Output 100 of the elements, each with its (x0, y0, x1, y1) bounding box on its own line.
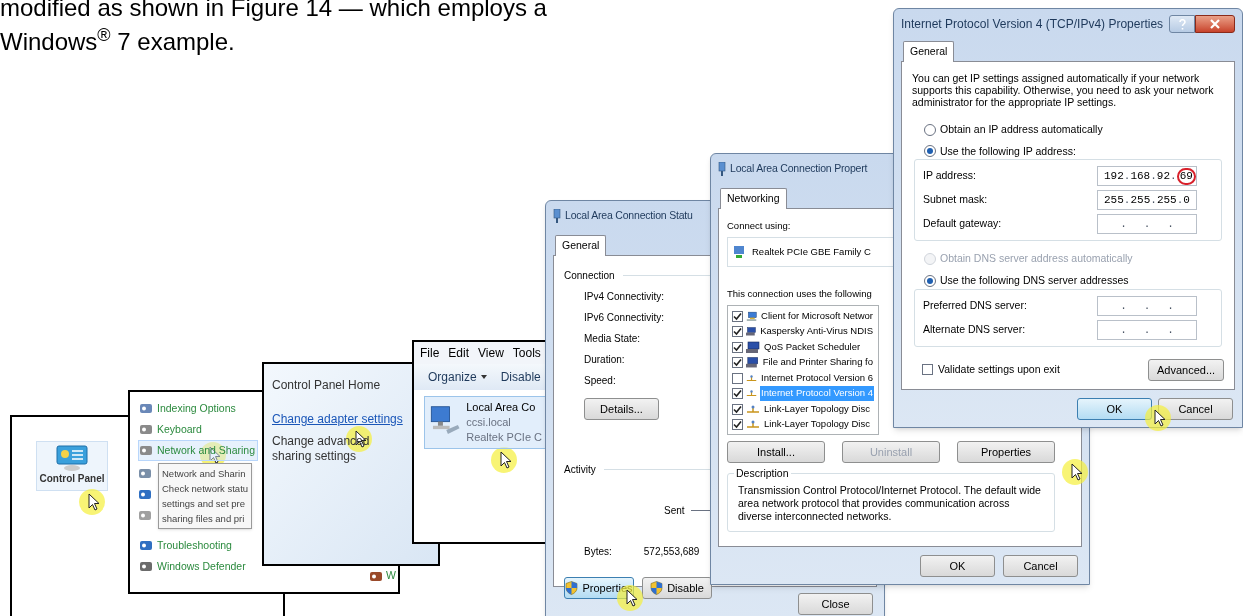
checkbox[interactable] (732, 357, 743, 368)
component-item[interactable]: QoS Packet Scheduler (763, 339, 862, 355)
control-panel-item[interactable]: Keyboard (138, 419, 205, 440)
computer-icon (746, 325, 757, 338)
button[interactable]: Close (798, 592, 873, 615)
checkbox[interactable] (732, 310, 743, 322)
shield-icon (650, 580, 664, 595)
field-label: Media State: (584, 331, 641, 346)
help-icon (1178, 18, 1186, 30)
ip-address-field[interactable]: . . . (1097, 214, 1197, 235)
menu-item[interactable]: View (478, 344, 504, 362)
radio-button[interactable] (924, 123, 936, 136)
checkbox[interactable] (732, 326, 743, 337)
cursor-highlight-icon (490, 446, 518, 474)
settings-icon (139, 444, 153, 457)
menu-item[interactable]: Edit (448, 344, 470, 362)
connection-domain: ccsi.local (466, 415, 511, 430)
component-item[interactable]: Kaspersky Anti-Virus NDIS (759, 324, 874, 339)
control-panel-item[interactable]: Troubleshooting (138, 535, 235, 556)
ip-address-field[interactable]: 192.168.92. 69 (1097, 166, 1197, 187)
button[interactable]: Install... (727, 441, 825, 464)
pane-heading[interactable]: Control Panel Home (272, 376, 381, 394)
task-link[interactable]: Change adapter settings (272, 410, 403, 428)
checkbox[interactable] (732, 341, 743, 353)
menu-item[interactable]: File (420, 344, 440, 362)
network-protocol-icon (746, 420, 760, 429)
ip-address-field[interactable]: . . . (1097, 295, 1197, 316)
tooltip-text: Check network statu (162, 482, 249, 496)
button[interactable]: Cancel (1158, 398, 1233, 420)
field-label: Duration: (584, 352, 625, 367)
component-item[interactable]: Link-Layer Topology Disc (763, 417, 871, 432)
toolbar-button[interactable]: Organize (428, 368, 487, 386)
field-label: Bytes: (584, 544, 612, 559)
checkbox[interactable] (732, 403, 743, 415)
adapter-name: Realtek PCIe GBE Family C (752, 244, 871, 259)
intro-text: You can get IP settings assigned automatically if your network supports this capability. Otherwise, you need to ask your network administrator for the appropriate IP settings. (912, 71, 1215, 108)
control-panel-item[interactable]: W (386, 568, 396, 584)
menu-item[interactable]: Tools (512, 344, 541, 362)
control-panel-item[interactable]: Windows Defender (138, 556, 249, 577)
settings-icon (139, 423, 153, 436)
settings-icon (139, 560, 153, 573)
button[interactable]: Details... (584, 397, 659, 420)
component-item[interactable]: Internet Protocol Version 6 (760, 370, 874, 386)
field-label: Connect using: (727, 218, 791, 233)
tooltip-text: Network and Sharin (162, 467, 246, 481)
tab[interactable]: General (555, 235, 607, 256)
checkbox-label[interactable]: Validate settings upon exit (938, 361, 1060, 378)
connection-item[interactable]: Local Area Co ccsi.local Realtek PCIe C (424, 396, 546, 449)
radio-button[interactable] (924, 274, 936, 287)
checkbox[interactable] (732, 372, 743, 384)
component-item[interactable]: Link-Layer Topology Disc (763, 401, 871, 417)
field-label: Preferred DNS server: (923, 297, 1027, 313)
radio-label[interactable]: Use the following IP address: (940, 143, 1076, 160)
column-label: Sent (664, 503, 685, 518)
component-item[interactable]: File and Printer Sharing fo (761, 355, 874, 370)
checkbox[interactable] (732, 419, 743, 430)
caret-icon (480, 375, 487, 379)
radio-button[interactable] (924, 145, 936, 158)
settings-icon (138, 488, 152, 501)
window-title: Local Area Connection Statu (565, 208, 693, 224)
close-button[interactable] (1195, 15, 1235, 33)
control-panel-icon (55, 445, 89, 471)
component-item[interactable]: Client for Microsoft Networ (760, 308, 874, 324)
shield-icon (565, 580, 579, 595)
field-label: This connection uses the following (727, 287, 872, 301)
computer-icon (746, 340, 760, 354)
button[interactable]: Properties (957, 441, 1055, 464)
toolbar-button[interactable]: Disable (500, 368, 541, 386)
tab[interactable]: Networking (720, 188, 787, 209)
computer-icon (746, 356, 759, 369)
field-label: Subnet mask: (923, 192, 988, 208)
control-panel-item[interactable]: Indexing Options (138, 398, 239, 419)
network-protocol-icon (746, 373, 758, 383)
help-button[interactable] (1169, 15, 1195, 33)
window-title: Internet Protocol Version 4 (TCP/IPv4) Properties (901, 16, 1164, 33)
radio-label[interactable]: Use the following DNS server addresses (940, 273, 1129, 289)
field-label: IP address: (923, 168, 976, 184)
ip-address-field[interactable]: . . . (1097, 319, 1197, 340)
window-title: Local Area Connection Propert (730, 161, 868, 177)
group-label: Connection (564, 268, 615, 283)
button[interactable]: Cancel (1003, 555, 1078, 577)
button[interactable]: Disable (642, 576, 712, 599)
network-protocol-icon (746, 404, 760, 414)
button[interactable]: Advanced... (1148, 358, 1224, 381)
close-icon (1210, 19, 1220, 29)
network-adapter-icon (732, 245, 746, 259)
tab[interactable]: General (903, 41, 955, 62)
desktop-shortcut[interactable]: Control Panel (36, 441, 108, 491)
description-text: Transmission Control Protocol/Internet Protocol. The default wide area network protocol that provides communication across diverse interconnected networks. (738, 484, 1042, 524)
settings-icon (369, 569, 384, 583)
checkbox[interactable] (922, 364, 933, 376)
button[interactable]: OK (920, 555, 995, 577)
radio-label[interactable]: Obtain an IP address automatically (940, 121, 1103, 138)
checkbox[interactable] (732, 388, 743, 399)
connection-adapter: Realtek PCIe C (466, 430, 542, 445)
cursor-highlight-icon (78, 488, 106, 516)
button[interactable]: OK (1077, 398, 1152, 420)
control-panel-item[interactable]: Network and Sharing (138, 440, 259, 461)
ip-address-field[interactable]: 255.255.255.0 (1097, 190, 1197, 211)
network-protocol-icon (746, 389, 758, 398)
